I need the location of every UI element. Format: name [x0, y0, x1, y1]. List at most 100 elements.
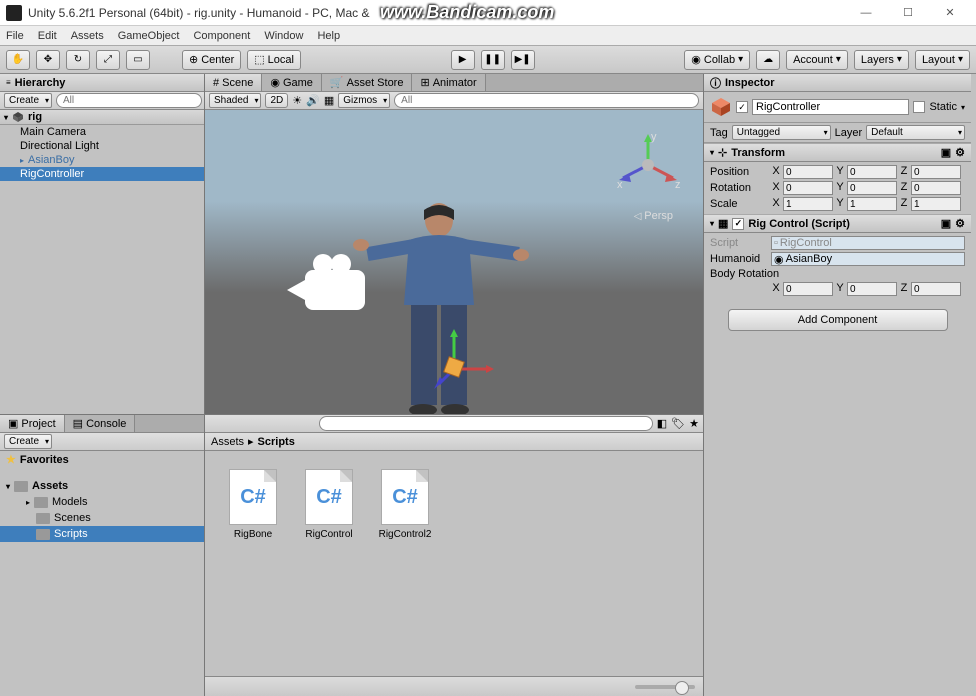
menu-window[interactable]: Window — [264, 30, 303, 42]
static-checkbox[interactable] — [913, 101, 925, 113]
breadcrumb-item[interactable]: Assets — [211, 436, 244, 448]
collab-icon: ◉ — [691, 53, 701, 66]
scene-root[interactable]: ▾ rig — [0, 110, 204, 125]
hierarchy-item[interactable]: Directional Light — [0, 139, 204, 153]
tab-console[interactable]: ▤Console — [65, 415, 136, 432]
hierarchy-item[interactable]: Main Camera — [0, 125, 204, 139]
shading-dropdown[interactable]: Shaded — [209, 93, 261, 108]
gear-icon[interactable]: ⚙ — [955, 146, 965, 159]
hierarchy-create-dropdown[interactable]: Create — [4, 93, 52, 108]
help-icon[interactable]: ▣ — [941, 217, 951, 230]
audio-toggle-icon[interactable]: 🔊 — [306, 94, 320, 107]
pause-button[interactable]: ❚❚ — [481, 50, 505, 70]
bodyrot-x-input[interactable] — [783, 282, 833, 296]
cloud-button[interactable]: ☁ — [756, 50, 780, 70]
menu-assets[interactable]: Assets — [71, 30, 104, 42]
play-button[interactable]: ▶ — [451, 50, 475, 70]
hierarchy-item-prefab[interactable]: ▸AsianBoy — [0, 153, 204, 167]
scale-tool-button[interactable]: ⤢ — [96, 50, 120, 70]
rotation-y-input[interactable] — [847, 181, 897, 195]
move-tool-button[interactable]: ✥ — [36, 50, 60, 70]
transform-header[interactable]: ▾ ⊹ Transform ▣ ⚙ — [704, 143, 971, 162]
scale-label: Scale — [710, 198, 768, 210]
layout-button[interactable]: Layout ▾ — [915, 50, 970, 70]
layers-button[interactable]: Layers ▾ — [854, 50, 909, 70]
csharp-script-icon: C# — [305, 469, 353, 525]
position-y-input[interactable] — [847, 165, 897, 179]
layer-dropdown[interactable]: Default — [866, 125, 965, 140]
project-create-dropdown[interactable]: Create — [4, 434, 52, 449]
assets-header[interactable]: ▾Assets — [0, 478, 204, 494]
static-dropdown-icon[interactable]: ▾ — [961, 103, 965, 112]
hierarchy-item-selected[interactable]: RigController — [0, 167, 204, 181]
folder-item-selected[interactable]: Scripts — [0, 526, 204, 542]
bodyrot-y-input[interactable] — [847, 282, 897, 296]
tab-animator[interactable]: ⊞Animator — [412, 74, 485, 91]
scale-y-input[interactable] — [847, 197, 897, 211]
tag-dropdown[interactable]: Untagged — [732, 125, 831, 140]
orientation-gizmo-icon[interactable]: z x y — [613, 130, 683, 200]
pivot-center-button[interactable]: ⊕Center — [182, 50, 241, 70]
menu-edit[interactable]: Edit — [38, 30, 57, 42]
tab-asset-store[interactable]: 🛒Asset Store — [322, 74, 413, 91]
filter-label-icon[interactable]: 🏷 — [671, 417, 685, 430]
step-button[interactable]: ▶❚ — [511, 50, 535, 70]
local-icon: ⬚ — [254, 53, 264, 66]
asset-item[interactable]: C#RigBone — [223, 469, 283, 540]
inspector-tab[interactable]: ⓘ Inspector — [704, 74, 971, 92]
gizmos-dropdown[interactable]: Gizmos — [338, 93, 390, 108]
icon-size-slider[interactable] — [635, 685, 695, 689]
asset-item[interactable]: C#RigControl2 — [375, 469, 435, 540]
filter-type-icon[interactable]: ◧ — [657, 417, 667, 430]
active-checkbox[interactable]: ✓ — [736, 101, 748, 113]
rect-tool-button[interactable]: ▭ — [126, 50, 150, 70]
asset-item[interactable]: C#RigControl — [299, 469, 359, 540]
scene-viewport[interactable]: z x y ◁ Persp — [205, 110, 703, 414]
position-x-input[interactable] — [783, 165, 833, 179]
tab-game[interactable]: ◉Game — [262, 74, 322, 91]
hierarchy-search-input[interactable] — [56, 93, 202, 108]
hand-tool-button[interactable]: ✋ — [6, 50, 30, 70]
scene-search-input[interactable] — [394, 93, 699, 108]
pivot-local-button[interactable]: ⬚Local — [247, 50, 301, 70]
menu-file[interactable]: File — [6, 30, 24, 42]
rotation-z-input[interactable] — [911, 181, 961, 195]
light-toggle-icon[interactable]: ☀ — [292, 94, 302, 107]
rotation-x-input[interactable] — [783, 181, 833, 195]
add-component-button[interactable]: Add Component — [728, 309, 948, 331]
menu-component[interactable]: Component — [193, 30, 250, 42]
rotate-tool-button[interactable]: ↻ — [66, 50, 90, 70]
minimize-button[interactable]: — — [846, 2, 886, 24]
fx-toggle-icon[interactable]: ▦ — [324, 94, 334, 107]
scale-x-input[interactable] — [783, 197, 833, 211]
help-icon[interactable]: ▣ — [941, 146, 951, 159]
save-search-icon[interactable]: ★ — [689, 417, 699, 430]
2d-toggle[interactable]: 2D — [265, 93, 288, 108]
hierarchy-tab[interactable]: ≡ Hierarchy — [0, 74, 204, 92]
menu-help[interactable]: Help — [317, 30, 340, 42]
project-search-input[interactable] — [319, 416, 653, 431]
collab-button[interactable]: ◉Collab ▾ — [684, 50, 750, 70]
favorites-header[interactable]: ★Favorites — [0, 451, 204, 468]
folder-item[interactable]: ▸Models — [0, 494, 204, 510]
transform-gizmo-icon[interactable] — [434, 329, 494, 389]
script-enabled-checkbox[interactable]: ✓ — [732, 218, 744, 230]
folder-item[interactable]: Scenes — [0, 510, 204, 526]
script-component-header[interactable]: ▾ ▦ ✓ Rig Control (Script) ▣ ⚙ — [704, 214, 971, 233]
position-z-input[interactable] — [911, 165, 961, 179]
script-field[interactable]: ▫RigControl — [771, 236, 965, 250]
tab-project[interactable]: ▣Project — [0, 415, 65, 432]
gear-icon[interactable]: ⚙ — [955, 217, 965, 230]
humanoid-field[interactable]: ◉AsianBoy — [771, 252, 965, 266]
console-icon: ▤ — [73, 417, 83, 430]
bodyrot-z-input[interactable] — [911, 282, 961, 296]
close-button[interactable]: ✕ — [930, 2, 970, 24]
scale-z-input[interactable] — [911, 197, 961, 211]
maximize-button[interactable]: ☐ — [888, 2, 928, 24]
breadcrumb-item[interactable]: Scripts — [258, 436, 295, 448]
account-button[interactable]: Account ▾ — [786, 50, 848, 70]
folder-icon — [34, 497, 48, 508]
object-name-input[interactable] — [752, 99, 909, 115]
tab-scene[interactable]: #Scene — [205, 74, 262, 91]
menu-gameobject[interactable]: GameObject — [118, 30, 180, 42]
